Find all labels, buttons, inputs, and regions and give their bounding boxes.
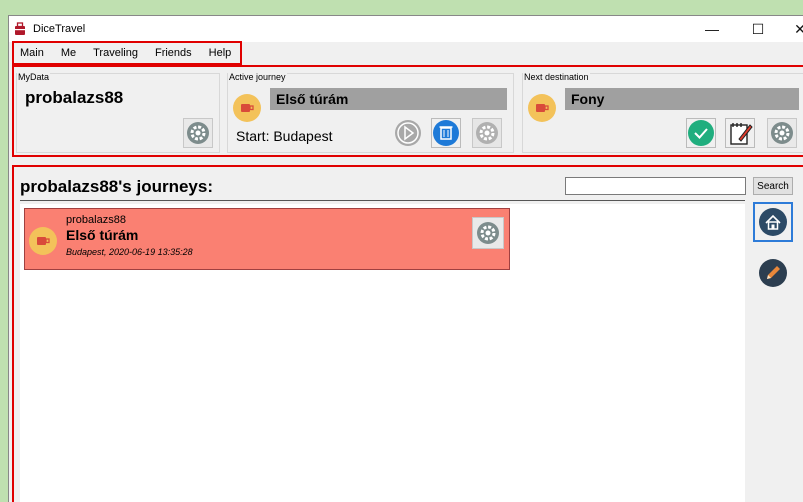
close-button[interactable]: ✕ bbox=[777, 16, 803, 42]
journey-card-name: Első túrám bbox=[66, 227, 139, 243]
edit-destination-button[interactable] bbox=[725, 118, 755, 148]
bag-icon bbox=[15, 22, 25, 35]
gear-icon bbox=[476, 122, 498, 144]
active-journey-name: Első túrám bbox=[270, 88, 507, 110]
cup-icon bbox=[29, 227, 57, 255]
menu-bar: Main Me Traveling Friends Help bbox=[12, 41, 242, 65]
notepad-icon bbox=[730, 123, 753, 145]
delete-journey-button[interactable] bbox=[431, 118, 461, 148]
app-window: DiceTravel — ☐ ✕ Main Me Traveling Frien… bbox=[8, 15, 803, 502]
journeys-list: probalazs88 Első túrám Budapest, 2020-06… bbox=[20, 204, 745, 502]
trash-icon bbox=[433, 120, 459, 146]
next-destination-group: Next destination Fony bbox=[522, 72, 803, 153]
app-title: DiceTravel bbox=[33, 23, 86, 35]
journey-card-meta: Budapest, 2020-06-19 13:35:28 bbox=[66, 247, 193, 257]
user-settings-button[interactable] bbox=[183, 118, 213, 148]
pencil-icon bbox=[759, 259, 787, 287]
cup-icon bbox=[528, 94, 556, 122]
next-destination-name: Fony bbox=[565, 88, 799, 110]
journey-card[interactable]: probalazs88 Első túrám Budapest, 2020-06… bbox=[24, 208, 510, 270]
next-destination-group-label: Next destination bbox=[523, 72, 590, 82]
start-journey-button[interactable] bbox=[393, 118, 423, 148]
menu-item-main[interactable]: Main bbox=[20, 47, 44, 59]
home-icon bbox=[759, 208, 787, 236]
gear-icon bbox=[187, 122, 209, 144]
journey-card-user: probalazs88 bbox=[66, 214, 126, 226]
edit-button[interactable] bbox=[753, 253, 793, 293]
active-journey-group: Active journey Első túrám Start: Budapes… bbox=[227, 72, 514, 153]
confirm-destination-button[interactable] bbox=[686, 118, 716, 148]
destination-settings-button[interactable] bbox=[767, 118, 797, 148]
menu-item-traveling[interactable]: Traveling bbox=[93, 47, 138, 59]
search-button[interactable]: Search bbox=[753, 177, 793, 195]
status-section: MyData probalazs88 Active journey Első t… bbox=[12, 65, 803, 157]
username-label: probalazs88 bbox=[25, 88, 124, 107]
journeys-section: probalazs88's journeys: Search probalazs… bbox=[12, 165, 803, 502]
journey-start-label: Start: Budapest bbox=[236, 128, 333, 144]
journey-card-settings-button[interactable] bbox=[472, 217, 504, 249]
menu-item-friends[interactable]: Friends bbox=[155, 47, 192, 59]
maximize-button[interactable]: ☐ bbox=[735, 16, 781, 42]
cup-icon bbox=[233, 94, 261, 122]
menu-item-me[interactable]: Me bbox=[61, 47, 76, 59]
play-icon bbox=[395, 120, 421, 146]
mydata-group-label: MyData bbox=[17, 72, 51, 82]
journey-settings-button[interactable] bbox=[472, 118, 502, 148]
minimize-button[interactable]: — bbox=[689, 16, 735, 42]
title-bar: DiceTravel — ☐ ✕ bbox=[9, 16, 803, 42]
active-journey-group-label: Active journey bbox=[228, 72, 287, 82]
gear-icon bbox=[771, 122, 793, 144]
gear-icon bbox=[477, 222, 499, 244]
home-button[interactable] bbox=[753, 202, 793, 242]
mydata-group: MyData probalazs88 bbox=[16, 72, 220, 153]
title-divider bbox=[20, 200, 745, 201]
search-input[interactable] bbox=[565, 177, 746, 195]
journeys-title: probalazs88's journeys: bbox=[20, 177, 214, 196]
check-icon bbox=[688, 120, 714, 146]
menu-item-help[interactable]: Help bbox=[209, 47, 232, 59]
